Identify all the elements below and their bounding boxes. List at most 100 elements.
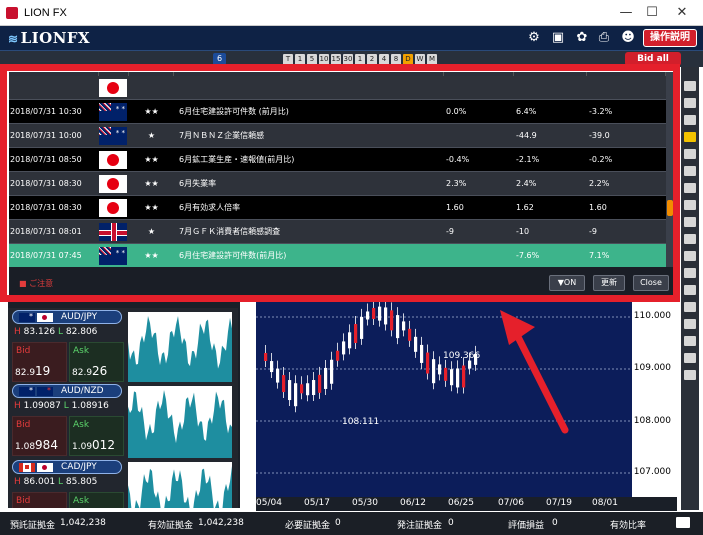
ruler-tool-icon[interactable]	[684, 319, 696, 329]
rate-card[interactable]: AUD/NZD H 1.09087 L 1.08916 Bid 1.08984 Ask 1…	[8, 382, 238, 462]
bid-button[interactable]: Bid 82.919	[12, 342, 67, 382]
candle-body	[312, 380, 316, 396]
sparkline-area	[128, 466, 232, 508]
pnl-label: 評価損益	[508, 521, 545, 531]
ask-label: Ask	[73, 420, 90, 430]
au-flag-icon	[19, 386, 35, 396]
cursor-tool-icon[interactable]	[684, 81, 696, 91]
low-label: L	[58, 327, 64, 337]
list-tool-icon[interactable]	[684, 285, 696, 295]
trend-line-tool-icon[interactable]	[684, 183, 696, 193]
candle-body	[300, 384, 304, 394]
ask-price: 82.926	[72, 364, 107, 378]
pair-flags	[19, 386, 55, 396]
maximize-button[interactable]: ☐	[640, 4, 664, 22]
lock-tool-icon[interactable]	[684, 370, 696, 380]
ask-button[interactable]: Ask	[69, 492, 124, 508]
y-tick: 109.000	[633, 363, 671, 373]
high-value: 83.126	[23, 327, 56, 337]
pair-flags	[19, 463, 55, 472]
valid-margin-value: 1,042,238	[198, 518, 244, 528]
x-tick: 06/25	[448, 498, 474, 508]
candle-body	[324, 367, 328, 389]
chart-price-axis: 110.000 109.000 108.000 107.000	[632, 293, 677, 509]
bid-price-prefix: 82.9	[15, 368, 36, 378]
candle-body	[384, 307, 388, 325]
rate-card[interactable]: AUD/JPYH 83.126 L 82.806Bid82.919Ask82.9…	[8, 308, 238, 388]
high-value: 86.001	[23, 477, 56, 487]
candle-body	[426, 352, 430, 374]
x-tick: 05/04	[256, 498, 282, 508]
logo-text: LIONFX	[20, 29, 91, 47]
jp-flag-icon	[37, 463, 53, 472]
candle-body	[390, 310, 394, 331]
candle-body	[276, 368, 280, 383]
status-indicator-icon	[676, 517, 690, 528]
candle-body	[462, 365, 466, 388]
price-chart[interactable]: 109.366 108.111	[256, 293, 677, 509]
candle-body	[270, 361, 274, 373]
save-icon[interactable]: ▣	[550, 30, 566, 46]
high-label: H	[14, 327, 21, 337]
close-window-button[interactable]: ✕	[670, 4, 694, 22]
channel-tool-icon[interactable]	[684, 268, 696, 278]
bid-button[interactable]: Bid 1.08984	[12, 416, 67, 456]
window-title: LION FX	[24, 7, 67, 19]
grid-tool-icon[interactable]	[684, 302, 696, 312]
candle-body	[450, 369, 454, 386]
candle-body	[336, 350, 340, 361]
palette-icon[interactable]: ✿	[574, 30, 590, 46]
printer-icon[interactable]: ⎙	[596, 30, 612, 46]
help-button[interactable]: 操作説明	[643, 29, 697, 47]
y-tick: 110.000	[633, 311, 671, 321]
high-low-line: H 1.09087 L 1.08916	[14, 401, 126, 411]
ask-price-prefix: 82.9	[72, 368, 93, 378]
ask-button[interactable]: Ask 82.926	[69, 342, 124, 382]
ask-label: Ask	[73, 496, 90, 506]
h-line-tool-icon[interactable]	[684, 200, 696, 210]
minimize-button[interactable]: —	[614, 4, 638, 22]
pen-tool-icon[interactable]	[684, 166, 696, 176]
y-tick: 108.000	[633, 416, 671, 426]
sparkline-area	[128, 316, 232, 384]
currency-pair-button[interactable]: CAD/JPY	[12, 460, 122, 474]
ask-price-prefix: 1.09	[72, 442, 93, 452]
zoom-tool-icon[interactable]	[684, 336, 696, 346]
candle-body	[378, 306, 382, 321]
rate-info: AUD/NZD H 1.09087 L 1.08916 Bid 1.08984 Ask 1…	[10, 382, 125, 460]
drawing-toolbar	[681, 67, 699, 510]
rate-panel: AUD/JPYH 83.126 L 82.806Bid82.919Ask82.9…	[8, 302, 240, 508]
low-value: 1.08916	[71, 401, 109, 411]
currency-pair-button[interactable]: AUD/NZD	[12, 384, 122, 398]
x-tick: 07/19	[546, 498, 572, 508]
bell-tool-icon[interactable]	[684, 132, 696, 142]
ask-price: 1.09012	[72, 438, 115, 452]
candle-body	[408, 328, 412, 341]
app-icon	[6, 7, 18, 19]
settings-gear-icon[interactable]: ⚙	[526, 30, 542, 46]
v-line-tool-icon[interactable]	[684, 234, 696, 244]
label-tool-icon[interactable]	[684, 115, 696, 125]
highlight-frame	[0, 64, 680, 302]
candle-body	[372, 307, 376, 319]
margin-ratio-label: 有効比率	[610, 521, 647, 531]
bid-button[interactable]: Bid	[12, 492, 67, 508]
pair-name: AUD/NZD	[61, 386, 104, 396]
high-low-line: H 86.001 L 85.805	[14, 477, 126, 487]
ask-button[interactable]: Ask 1.09012	[69, 416, 124, 456]
required-margin-label: 必要証拠金	[285, 521, 331, 531]
rate-card[interactable]: CAD/JPY H 86.001 L 85.805 Bid Ask	[8, 458, 238, 508]
h-line-2-tool-icon[interactable]	[684, 217, 696, 227]
eraser-tool-icon[interactable]	[684, 353, 696, 363]
au-flag-icon	[19, 312, 35, 322]
x-tick: 05/17	[304, 498, 330, 508]
candle-body	[360, 316, 364, 339]
nz-flag-icon	[37, 386, 53, 396]
crosshair-tool-icon[interactable]	[684, 98, 696, 108]
pair-name: AUD/JPY	[61, 312, 98, 322]
x-tick: 08/01	[592, 498, 618, 508]
currency-pair-button[interactable]: AUD/JPY	[12, 310, 122, 324]
flag-tool-icon[interactable]	[684, 149, 696, 159]
fib-tool-icon[interactable]	[684, 251, 696, 261]
red-arrow-icon	[500, 310, 569, 434]
